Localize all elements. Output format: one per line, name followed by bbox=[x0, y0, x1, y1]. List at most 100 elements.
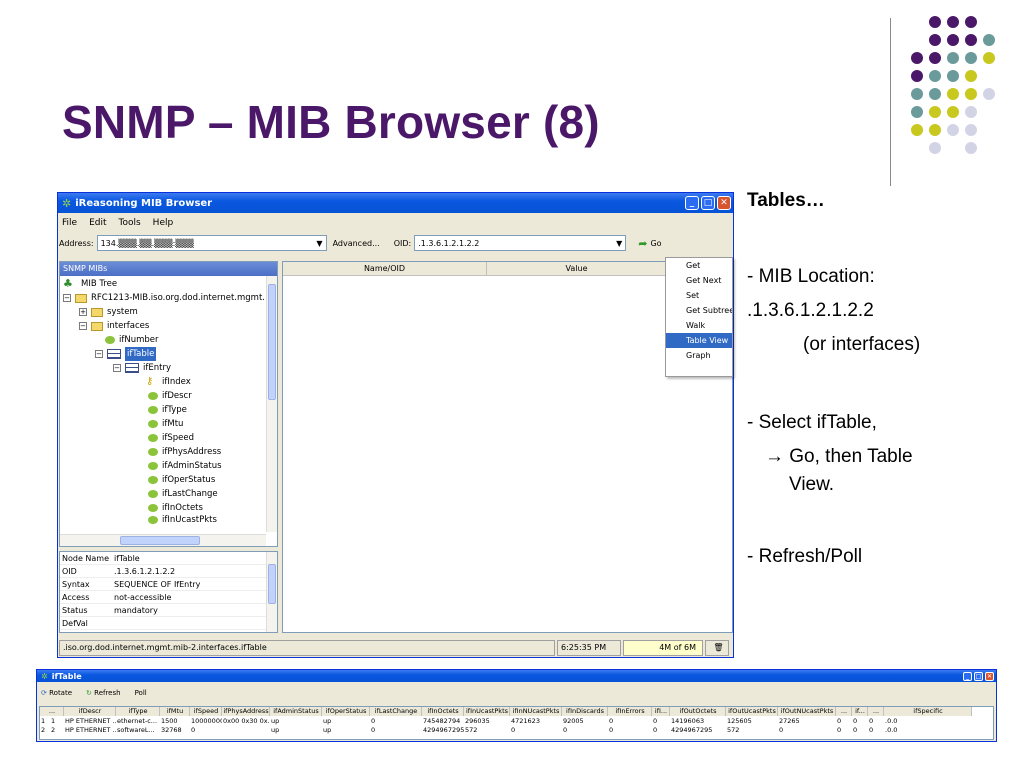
column-header[interactable]: ifI... bbox=[652, 707, 670, 716]
slide: SNMP – MIB Browser (8) ✲ iReasoning MIB … bbox=[0, 0, 1024, 768]
iftable-titlebar[interactable]: ✲ ifTable _ □ ✕ bbox=[37, 670, 996, 682]
node-info-pane: Node Name ifTable OID .1.3.6.1.2.1.2.2 Syn… bbox=[59, 551, 278, 633]
tree-item-ifnumber[interactable]: ifNumber bbox=[105, 333, 159, 347]
expand-icon[interactable]: + bbox=[79, 308, 87, 316]
table-cell: 4294967295 bbox=[671, 726, 713, 734]
column-header[interactable]: ifOutNUcastPkts bbox=[778, 707, 836, 716]
tree-item-ifoperstatus[interactable]: ifOperStatus bbox=[148, 473, 215, 487]
column-header[interactable]: ifMtu bbox=[160, 707, 190, 716]
info-row: DefVal bbox=[60, 617, 277, 630]
menu-tools[interactable]: Tools bbox=[119, 218, 141, 228]
table-cell: up bbox=[323, 717, 332, 725]
column-header-name-oid[interactable]: Name/OID bbox=[283, 262, 487, 276]
tree-vertical-scrollbar[interactable] bbox=[266, 276, 277, 532]
close-button[interactable]: ✕ bbox=[985, 671, 994, 681]
decorative-dot bbox=[965, 88, 977, 100]
menu-help[interactable]: Help bbox=[153, 218, 174, 228]
column-header[interactable]: ifSpeed bbox=[190, 707, 222, 716]
column-header[interactable]: ifPhysAddress bbox=[222, 707, 270, 716]
window-titlebar[interactable]: ✲ iReasoning MIB Browser _ □ ✕ bbox=[58, 193, 733, 213]
menu-edit[interactable]: Edit bbox=[89, 218, 106, 228]
tree-horizontal-scrollbar[interactable] bbox=[60, 534, 266, 546]
leaf-node-icon bbox=[148, 462, 158, 470]
column-header[interactable]: ... bbox=[40, 707, 64, 716]
menu-item-table-view[interactable]: Table View bbox=[666, 333, 732, 348]
address-dropdown-icon[interactable]: ▼ bbox=[316, 239, 322, 248]
tree-item-ifinoctets[interactable]: ifInOctets bbox=[148, 501, 203, 515]
column-header[interactable]: ifInErrors bbox=[608, 707, 652, 716]
menu-item-set[interactable]: Set bbox=[666, 288, 732, 303]
column-header[interactable]: ifInUcastPkts bbox=[464, 707, 510, 716]
collapse-icon[interactable]: − bbox=[63, 294, 71, 302]
column-header[interactable]: ifInOctets bbox=[422, 707, 464, 716]
minimize-button[interactable]: _ bbox=[963, 671, 972, 681]
decorative-dot bbox=[965, 70, 977, 82]
menu-item-get[interactable]: Get bbox=[666, 258, 732, 273]
column-header[interactable]: ... bbox=[868, 707, 884, 716]
column-header[interactable]: ifType bbox=[116, 707, 160, 716]
menu-item-walk[interactable]: Walk bbox=[666, 318, 732, 333]
minimize-button[interactable]: _ bbox=[685, 196, 699, 210]
table-row[interactable]: 2 2 HP ETHERNET ... softwareL... 32768 0 up up 0… bbox=[40, 726, 1012, 735]
rotate-button[interactable]: ⟳ Rotate bbox=[41, 689, 72, 697]
column-header[interactable]: ifInDiscards bbox=[562, 707, 608, 716]
tree-item-iftable[interactable]: − ifTable bbox=[95, 347, 157, 361]
tree-item-ifdescr[interactable]: ifDescr bbox=[148, 389, 192, 403]
tree-hscroll-thumb[interactable] bbox=[120, 536, 200, 545]
poll-button[interactable]: Poll bbox=[135, 689, 147, 697]
info-scroll-thumb[interactable] bbox=[268, 564, 276, 604]
collapse-icon[interactable]: − bbox=[79, 322, 87, 330]
address-input[interactable]: 134.▒▒▒.▒▒.▒▒▒:▒▒▒ ▼ bbox=[96, 235, 327, 251]
tree-item-ifmtu[interactable]: ifMtu bbox=[148, 417, 183, 431]
menu-item-get-subtree[interactable]: Get Subtree bbox=[666, 303, 732, 318]
column-header[interactable]: ... bbox=[836, 707, 852, 716]
column-header[interactable]: ifInNUcastPkts bbox=[510, 707, 562, 716]
collapse-icon[interactable]: − bbox=[95, 350, 103, 358]
tree-item-mib-tree[interactable]: ♣ MIB Tree bbox=[63, 277, 117, 291]
maximize-button[interactable]: □ bbox=[974, 671, 983, 681]
column-header[interactable]: ifLastChange bbox=[370, 707, 422, 716]
refresh-button[interactable]: ↻ Refresh bbox=[86, 689, 121, 697]
notes-line: - Refresh/Poll bbox=[747, 546, 863, 567]
close-button[interactable]: ✕ bbox=[717, 196, 731, 210]
tree-item-rfc1213[interactable]: − RFC1213-MIB.iso.org.dod.internet.mgmt. bbox=[63, 291, 265, 305]
tree-item-ifentry[interactable]: − ifEntry bbox=[113, 361, 171, 375]
table-row[interactable]: 1 1 HP ETHERNET ... ethernet-c... 1500 100000… bbox=[40, 717, 1012, 726]
tree-item-iflastchange[interactable]: ifLastChange bbox=[148, 487, 218, 501]
column-header[interactable]: ifOperStatus bbox=[322, 707, 370, 716]
oid-input[interactable]: .1.3.6.1.2.1.2.2 ▼ bbox=[414, 235, 627, 251]
column-header[interactable]: ifSpecific bbox=[884, 707, 972, 716]
advanced-button[interactable]: Advanced... bbox=[333, 239, 380, 248]
refresh-icon: ↻ bbox=[86, 689, 92, 697]
mib-pane-title: SNMP MIBs bbox=[60, 262, 277, 276]
info-scrollbar[interactable] bbox=[266, 552, 277, 632]
column-header[interactable]: ifOutUcastPkts bbox=[726, 707, 778, 716]
tree-item-ifindex[interactable]: ⚷ ifIndex bbox=[146, 375, 191, 389]
column-header[interactable]: ifDescr bbox=[64, 707, 116, 716]
tree-item-ifspeed[interactable]: ifSpeed bbox=[148, 431, 194, 445]
tree-item-system[interactable]: + system bbox=[79, 305, 138, 319]
tree-item-ifadminstatus[interactable]: ifAdminStatus bbox=[148, 459, 222, 473]
column-header[interactable]: ifOutOctets bbox=[670, 707, 726, 716]
tree-scroll-thumb[interactable] bbox=[268, 284, 276, 400]
column-header[interactable]: ifAdminStatus bbox=[270, 707, 322, 716]
decorative-divider bbox=[890, 18, 891, 186]
column-header[interactable]: if... bbox=[852, 707, 868, 716]
trash-icon[interactable]: 🗑 bbox=[705, 640, 729, 656]
tree-item-iftype[interactable]: ifType bbox=[148, 403, 187, 417]
tree-item-interfaces[interactable]: − interfaces bbox=[79, 319, 149, 333]
oid-dropdown-icon[interactable]: ▼ bbox=[616, 239, 622, 248]
menu-item-graph[interactable]: Graph bbox=[666, 348, 732, 363]
tree-item-ifinucastpkts[interactable]: ifInUcastPkts bbox=[148, 515, 217, 525]
tree-item-ifphysaddress[interactable]: ifPhysAddress bbox=[148, 445, 221, 459]
go-button[interactable]: ➦ Go bbox=[638, 237, 661, 250]
table-cell: 0 bbox=[511, 726, 516, 734]
column-header-value[interactable]: Value bbox=[487, 262, 667, 276]
collapse-icon[interactable]: − bbox=[113, 364, 121, 372]
menu-item-get-next[interactable]: Get Next bbox=[666, 273, 732, 288]
decorative-dot bbox=[947, 106, 959, 118]
table-cell: 10000000 bbox=[191, 717, 222, 725]
tree-icon: ♣ bbox=[63, 277, 73, 290]
maximize-button[interactable]: □ bbox=[701, 196, 715, 210]
menu-file[interactable]: File bbox=[62, 218, 77, 228]
